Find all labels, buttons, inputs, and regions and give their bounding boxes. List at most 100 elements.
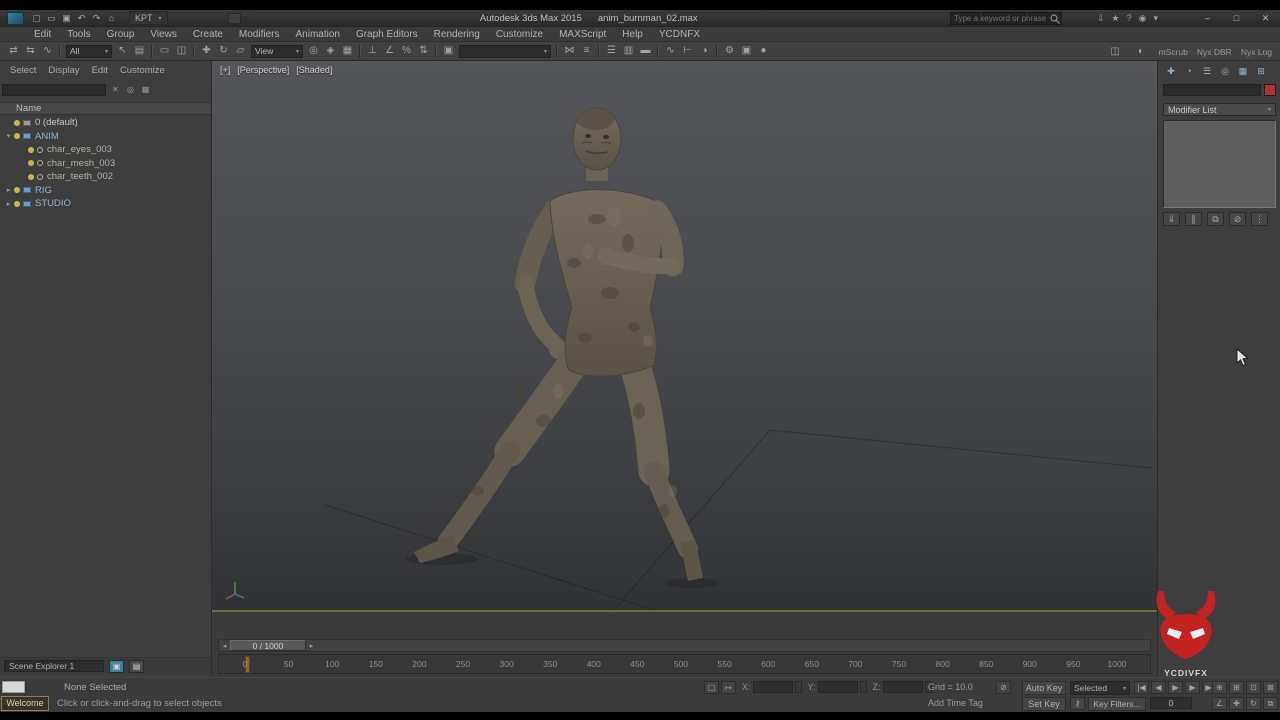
set-key-button[interactable]: Set Key: [1022, 697, 1066, 711]
menu-group[interactable]: Group: [99, 27, 143, 42]
tab-motion[interactable]: ◎: [1217, 64, 1233, 78]
time-slider[interactable]: ◂ 0 / 1000 ▸: [218, 639, 1151, 652]
viewport-layout-icon[interactable]: ◫: [1107, 44, 1124, 60]
workspace-selector[interactable]: KPT ▾: [129, 11, 168, 25]
select-and-move-icon[interactable]: ✚: [198, 43, 215, 59]
selection-set-key-dropdown[interactable]: Selected ▾: [1070, 681, 1130, 695]
infocenter-menu-icon[interactable]: ▾: [1153, 13, 1158, 24]
ribbon-toggle-icon[interactable]: ▬: [637, 43, 654, 59]
viewport-menu-button[interactable]: [+]: [220, 65, 230, 75]
absolute-mode-icon[interactable]: ↦: [721, 681, 736, 694]
display-mode-icon[interactable]: ◐: [1133, 44, 1150, 60]
select-and-scale-icon[interactable]: ▱: [232, 43, 249, 59]
object-color-swatch[interactable]: [1264, 84, 1276, 96]
play-button[interactable]: ▶: [1168, 681, 1183, 694]
scene-explorer-menu-edit[interactable]: Edit: [86, 65, 114, 76]
help-search-input[interactable]: [951, 14, 1049, 23]
tree-row-rig[interactable]: ▸ RIG: [0, 184, 211, 198]
spinner-icon[interactable]: [794, 681, 802, 693]
menu-customize[interactable]: Customize: [488, 27, 551, 42]
dock-explorer-icon[interactable]: ▣: [109, 659, 124, 673]
nyx-log-button[interactable]: Nyx Log: [1241, 47, 1272, 57]
app-logo-icon[interactable]: [7, 11, 24, 25]
transform-z-field[interactable]: [882, 681, 923, 693]
transform-x-field[interactable]: [752, 681, 793, 693]
menu-views[interactable]: Views: [142, 27, 185, 42]
schematic-view-icon[interactable]: ⊢: [679, 43, 696, 59]
menu-tools[interactable]: Tools: [59, 27, 98, 42]
nyx-dbr-button[interactable]: Nyx DBR: [1197, 47, 1232, 57]
edit-named-selection-sets-icon[interactable]: ▣: [440, 43, 457, 59]
modifier-list-dropdown[interactable]: Modifier List ▾: [1163, 103, 1276, 116]
snaps-toggle-icon[interactable]: ⊥: [364, 43, 381, 59]
scene-explorer-search-input[interactable]: [2, 84, 106, 96]
selection-lock-icon[interactable]: ▢: [704, 681, 719, 694]
named-selection-sets-dropdown[interactable]: ▾: [459, 44, 551, 58]
scene-explorer-toggle-icon[interactable]: ▥: [620, 43, 637, 59]
manage-layers-icon[interactable]: ☰: [603, 43, 620, 59]
isolate-selection-icon[interactable]: ⊘: [996, 681, 1011, 694]
use-pivot-center-icon[interactable]: ◎: [305, 43, 322, 59]
undo-icon[interactable]: ↶: [74, 12, 89, 25]
column-chooser-icon[interactable]: ▦: [139, 84, 152, 96]
tree-row-anim[interactable]: ▾ ANIM: [0, 130, 211, 144]
maxscript-mini-listener[interactable]: [2, 681, 25, 693]
viewport-shading-label[interactable]: [Shaded]: [296, 65, 332, 75]
previous-frame-arrow[interactable]: ◂: [219, 642, 230, 650]
tree-row-0-default[interactable]: 0 (default): [0, 116, 211, 130]
zoom-extents-all-icon[interactable]: ⊠: [1263, 681, 1278, 694]
render-setup-icon[interactable]: ⚙: [721, 43, 738, 59]
help-icon[interactable]: ?: [1127, 13, 1132, 24]
select-and-manipulate-icon[interactable]: ◈: [322, 43, 339, 59]
workspace-extra-icon[interactable]: [227, 12, 241, 24]
transform-y-field[interactable]: [817, 681, 858, 693]
tab-utilities[interactable]: ⊞: [1253, 64, 1269, 78]
spinner-icon[interactable]: [859, 681, 867, 693]
viewport-pov-label[interactable]: [Perspective]: [237, 65, 289, 75]
select-object-icon[interactable]: ↖: [114, 43, 131, 59]
zoom-all-icon[interactable]: ⊞: [1229, 681, 1244, 694]
track-bar[interactable]: 0 50 100 150 200 250 300 350 400 450 500 550 600 650 7…: [218, 654, 1151, 674]
go-to-start-button[interactable]: |◀: [1134, 681, 1149, 694]
maximize-viewport-toggle-icon[interactable]: ⧉: [1263, 697, 1278, 710]
orbit-icon[interactable]: ↻: [1246, 697, 1261, 710]
make-unique-icon[interactable]: ⧉: [1207, 212, 1224, 226]
current-frame-field[interactable]: 0: [1150, 697, 1192, 709]
render-production-icon[interactable]: ●: [755, 43, 772, 59]
mscrub-button[interactable]: mScrub: [1159, 47, 1188, 57]
search-icon[interactable]: [1049, 13, 1061, 25]
menu-animation[interactable]: Animation: [287, 27, 347, 42]
previous-frame-button[interactable]: ◀: [1151, 681, 1166, 694]
menu-graph-editors[interactable]: Graph Editors: [348, 27, 426, 42]
curve-editor-icon[interactable]: ∿: [662, 43, 679, 59]
visibility-bulb-icon[interactable]: [28, 173, 34, 180]
close-button[interactable]: ✕: [1259, 12, 1272, 24]
burnman-character[interactable]: [382, 91, 822, 612]
material-editor-icon[interactable]: ◑: [696, 43, 713, 59]
scene-explorer-title[interactable]: Scene Explorer 1: [4, 660, 104, 672]
menu-help[interactable]: Help: [614, 27, 651, 42]
field-of-view-icon[interactable]: ∠: [1212, 697, 1227, 710]
bind-to-space-warp-icon[interactable]: ∿: [39, 43, 56, 59]
zoom-icon[interactable]: ⊕: [1212, 681, 1227, 694]
expand-arrow-icon[interactable]: ▸: [4, 200, 13, 208]
scene-explorer-menu-select[interactable]: Select: [4, 65, 42, 76]
add-time-tag[interactable]: Add Time Tag: [928, 698, 983, 708]
mirror-icon[interactable]: ⋈: [561, 43, 578, 59]
menu-edit[interactable]: Edit: [26, 27, 59, 42]
menu-create[interactable]: Create: [185, 27, 231, 42]
unlink-selection-icon[interactable]: ⇆: [22, 43, 39, 59]
visibility-bulb-icon[interactable]: [28, 146, 34, 153]
select-and-link-icon[interactable]: ⇄: [5, 43, 22, 59]
pin-stack-icon[interactable]: ⇓: [1163, 212, 1180, 226]
menu-modifiers[interactable]: Modifiers: [231, 27, 288, 42]
tree-row-char-eyes-003[interactable]: char_eyes_003: [0, 143, 211, 157]
scene-explorer-menu-display[interactable]: Display: [42, 65, 85, 76]
expand-arrow-icon[interactable]: ▾: [4, 132, 13, 140]
minimize-button[interactable]: –: [1201, 12, 1214, 24]
pan-icon[interactable]: ✚: [1229, 697, 1244, 710]
rectangular-selection-region-icon[interactable]: ▭: [156, 43, 173, 59]
object-name-field[interactable]: [1163, 84, 1261, 96]
visibility-bulb-icon[interactable]: [14, 187, 20, 194]
remove-modifier-icon[interactable]: ⊘: [1229, 212, 1246, 226]
